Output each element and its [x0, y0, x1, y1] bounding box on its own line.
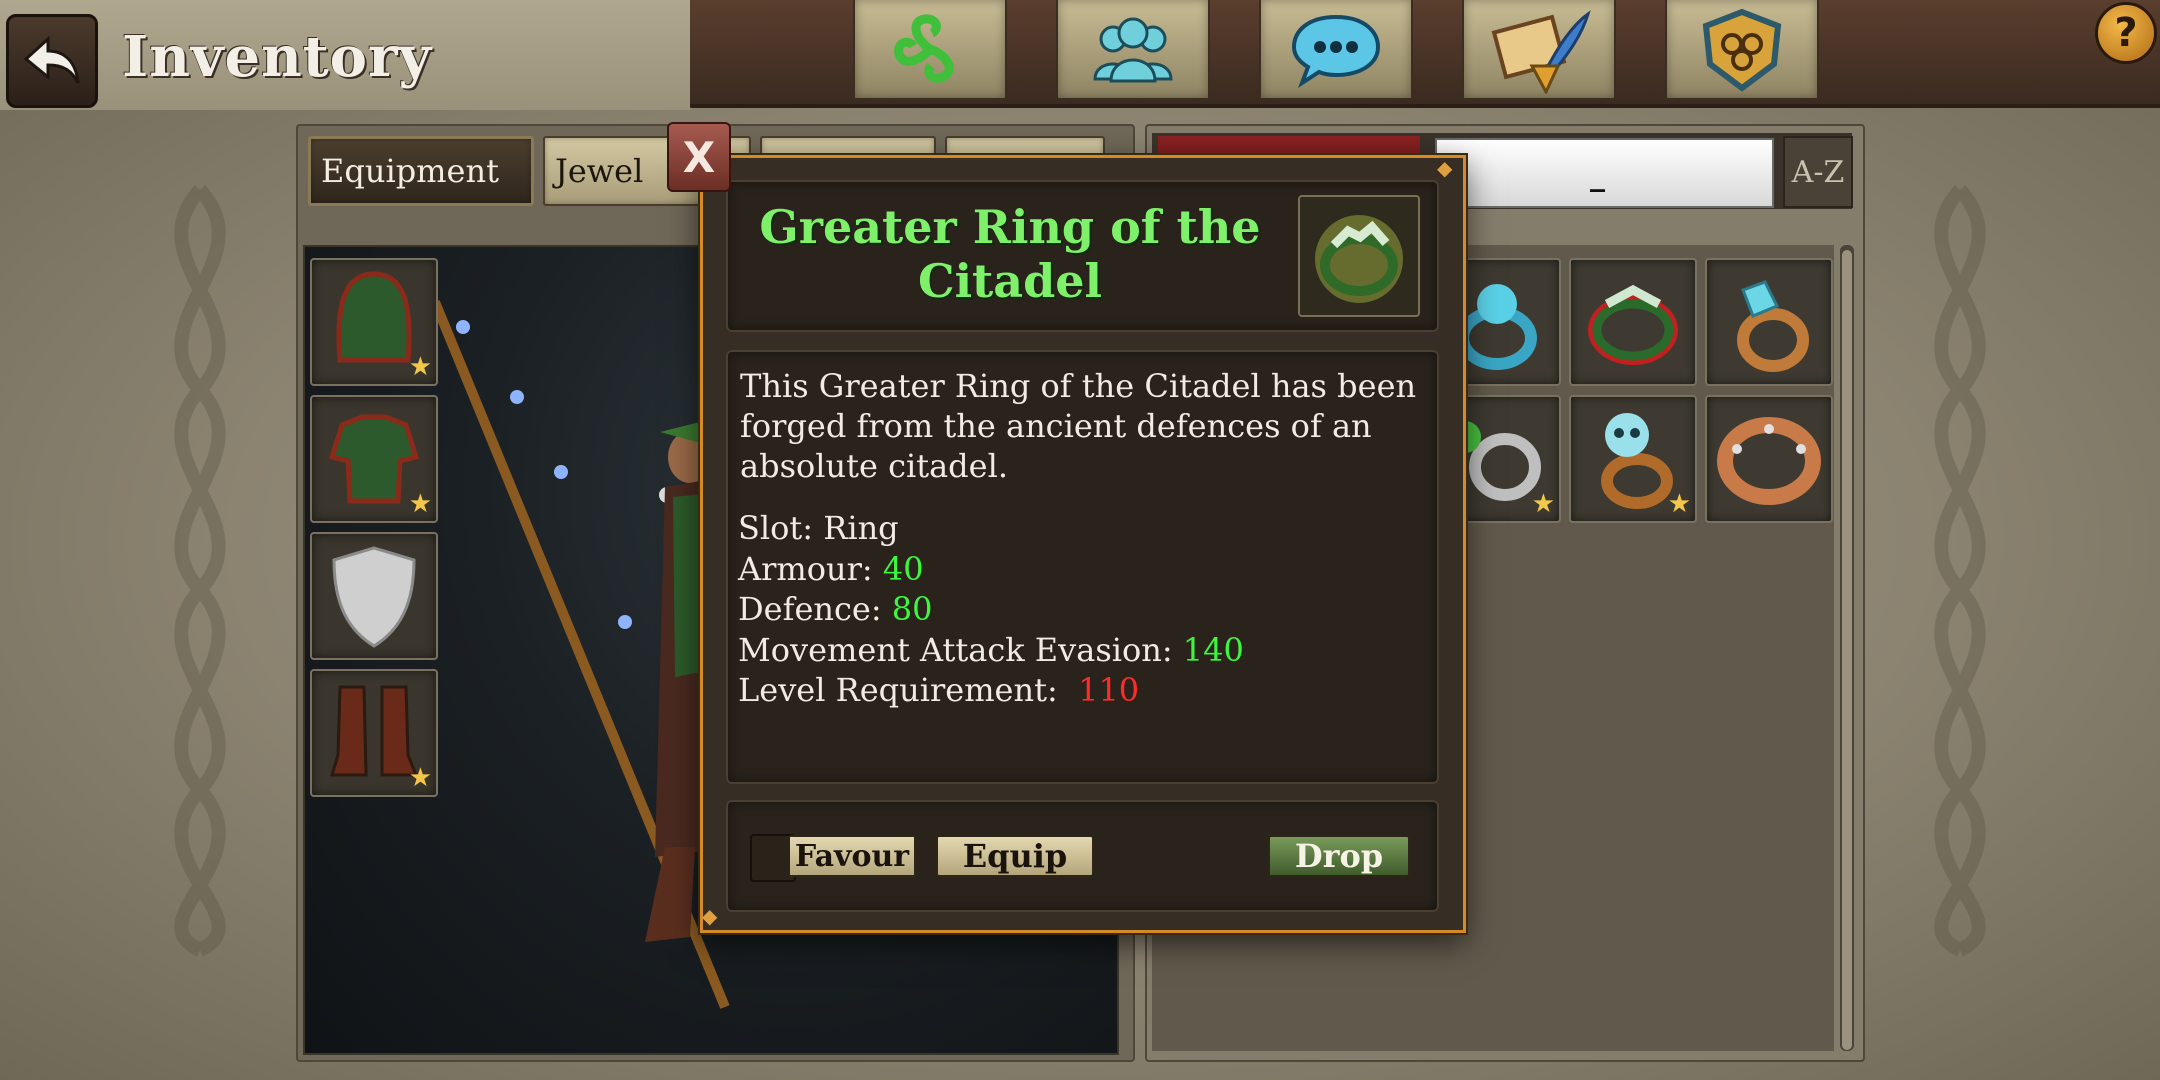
quest-scroll-icon: [1491, 10, 1591, 94]
stat-defence: Defence: 80: [738, 589, 1244, 630]
item-name: Greater Ring of the Citadel: [759, 200, 1261, 308]
nav-triskele-button[interactable]: [853, 0, 1007, 100]
helmet-slot[interactable]: ★: [310, 258, 438, 386]
inventory-slot[interactable]: ★: [1569, 395, 1697, 523]
nav-quest-button[interactable]: [1462, 0, 1616, 100]
citadel-ring-icon: [1315, 215, 1403, 303]
search-value: _: [1590, 158, 1605, 193]
page-title: Inventory: [122, 24, 433, 90]
back-arrow-icon: [23, 35, 80, 84]
corner-ornament-icon: ◆: [1437, 156, 1453, 180]
star-icon: ★: [1667, 489, 1691, 519]
stat-value: Ring: [823, 509, 899, 547]
star-icon: ★: [408, 489, 432, 519]
nav-guild-button[interactable]: [1665, 0, 1819, 100]
nav-friends-button[interactable]: [1056, 0, 1210, 100]
inventory-slot[interactable]: [1569, 258, 1697, 386]
star-icon: ★: [408, 352, 432, 382]
close-button[interactable]: X: [667, 122, 731, 192]
stat-value: 110: [1078, 671, 1140, 709]
star-icon: ★: [1531, 489, 1555, 519]
item-description: This Greater Ring of the Citadel has bee…: [740, 367, 1417, 485]
back-button[interactable]: [6, 14, 98, 108]
studded-ring-icon: [1717, 417, 1821, 505]
stat-label: Movement Attack Evasion:: [738, 630, 1183, 669]
stat-label: Slot:: [738, 509, 824, 547]
favour-button[interactable]: Favour: [790, 835, 916, 877]
stat-level-requirement: Level Requirement: 110: [738, 670, 1244, 711]
drop-button[interactable]: Drop: [1268, 835, 1410, 877]
item-icon-frame: [1298, 195, 1420, 317]
inventory-slot[interactable]: [1705, 395, 1833, 523]
triskele-icon: [894, 14, 954, 83]
stat-slot: Slot: Ring: [738, 508, 1244, 549]
stat-movement-attack-evasion: Movement Attack Evasion: 140: [738, 630, 1244, 671]
nav-chat-button[interactable]: [1259, 0, 1413, 100]
gem-ring-icon: [1737, 280, 1809, 372]
guild-shield-icon: [1702, 8, 1782, 92]
stat-value: 80: [891, 590, 933, 628]
sort-az-button[interactable]: A-Z: [1783, 136, 1853, 208]
shield-slot[interactable]: [310, 532, 438, 660]
stat-label: Armour:: [738, 549, 883, 588]
help-button[interactable]: ?: [2095, 2, 2157, 64]
celtic-knot-right: [1934, 185, 1986, 957]
friends-icon: [1093, 17, 1173, 83]
star-icon: ★: [408, 763, 432, 793]
stat-armour: Armour: 40: [738, 549, 1244, 590]
boots-slot[interactable]: ★: [310, 669, 438, 797]
tab-equipment[interactable]: Equipment: [308, 136, 534, 206]
stat-value: 140: [1182, 630, 1244, 669]
item-stats: Slot: Ring Armour: 40 Defence: 80 Moveme…: [738, 508, 1244, 711]
stat-label: Level Requirement:: [738, 671, 1079, 709]
celtic-knot-left: [174, 185, 226, 957]
stat-value: 40: [882, 549, 924, 588]
shield-icon: [332, 546, 416, 648]
corner-ornament-icon: ◆: [702, 904, 718, 928]
chat-icon: [1291, 14, 1381, 88]
scrollbar-thumb[interactable]: [1842, 250, 1852, 1050]
equip-button[interactable]: Equip: [936, 835, 1094, 877]
inventory-slot[interactable]: [1705, 258, 1833, 386]
stat-label: Defence:: [738, 590, 892, 628]
chest-slot[interactable]: ★: [310, 395, 438, 523]
citadel-ring-icon: [1588, 284, 1678, 365]
